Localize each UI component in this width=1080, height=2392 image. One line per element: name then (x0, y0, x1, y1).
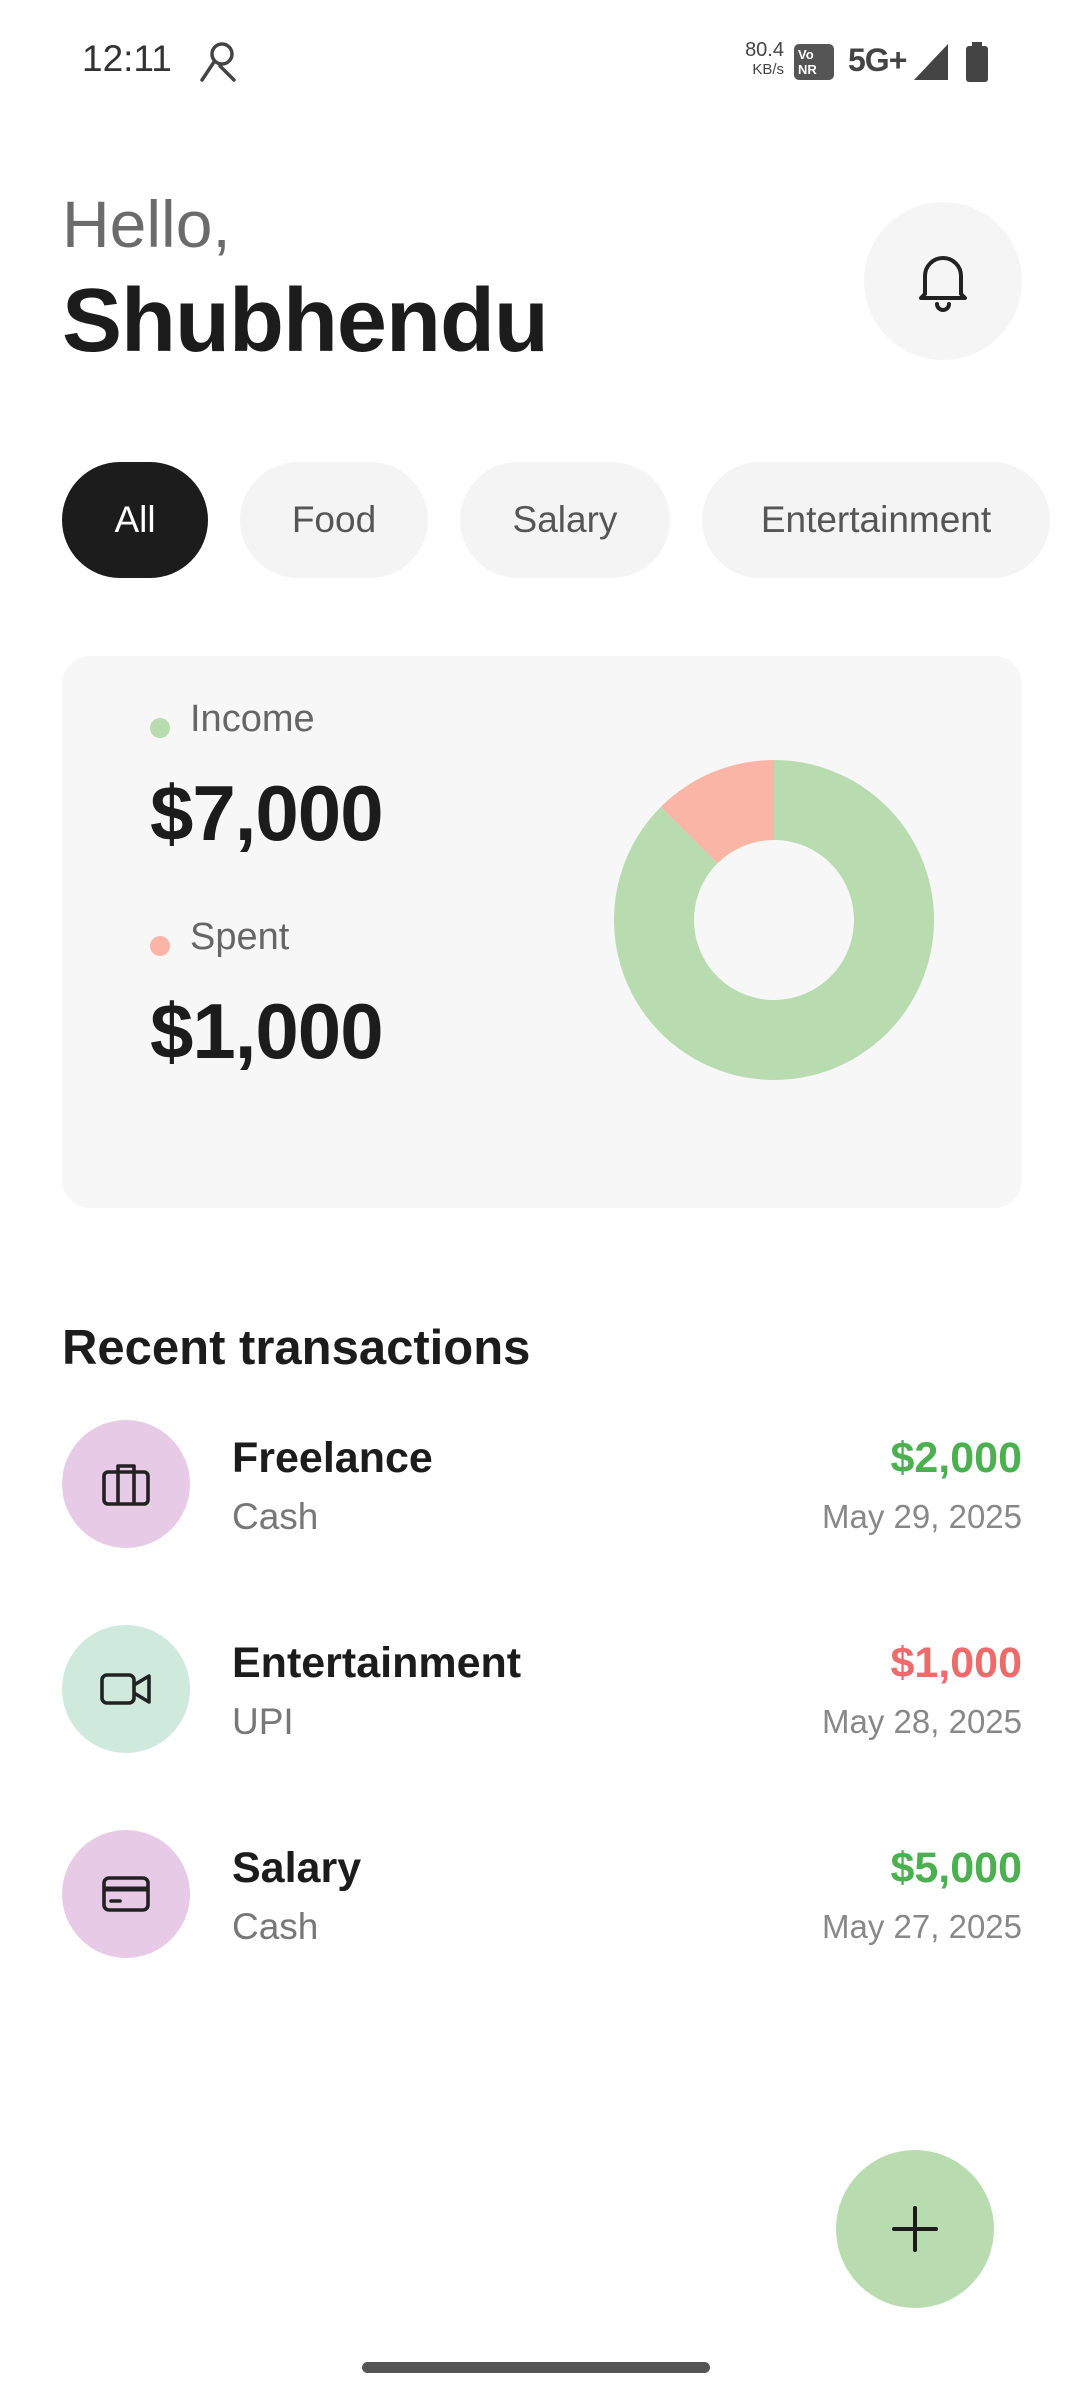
greeting: Hello, (62, 187, 231, 261)
bell-icon (919, 256, 967, 312)
status-time: 12:11 (82, 38, 172, 79)
income-amount: $7,000 (150, 769, 384, 857)
transaction-amount: $2,000 (890, 1434, 1022, 1482)
filter-chip-all[interactable]: All (62, 462, 208, 578)
network-speed: 80.4 KB/s (745, 39, 784, 78)
income-spent-donut-chart (614, 760, 934, 1080)
person-search-icon (200, 42, 236, 82)
filter-chip-salary[interactable]: Salary (460, 462, 670, 578)
spent-label: Spent (190, 916, 290, 958)
transaction-title: Salary (232, 1844, 362, 1892)
home-indicator[interactable] (362, 2362, 710, 2373)
spent-legend-dot (150, 936, 170, 956)
transaction-date: May 29, 2025 (822, 1498, 1022, 1535)
transaction-method: Cash (232, 1906, 319, 1947)
transaction-icon-circle (62, 1420, 190, 1548)
battery-icon (966, 42, 988, 82)
transaction-method: UPI (232, 1701, 294, 1742)
video-camera-icon (100, 1673, 151, 1705)
vonr-badge: Vo NR (794, 44, 834, 80)
network-type: 5G+ (848, 42, 907, 78)
transaction-row[interactable]: Entertainment UPI $1,000 May 28, 2025 (62, 1625, 1022, 1753)
transaction-amount: $5,000 (890, 1844, 1022, 1892)
summary-card: Income $7,000 Spent $1,000 (62, 656, 1022, 1208)
home-screen: 12:11 80.4 KB/s Vo NR 5G+ Hello, Shubhen… (0, 0, 1080, 2392)
credit-card-icon (102, 1876, 150, 1912)
status-bar: 12:11 80.4 KB/s Vo NR 5G+ (0, 0, 1080, 124)
signal-icon (914, 44, 948, 80)
transaction-amount: $1,000 (890, 1639, 1022, 1687)
filter-chip-entertainment[interactable]: Entertainment (702, 462, 1050, 578)
transaction-title: Freelance (232, 1434, 433, 1482)
briefcase-icon (102, 1464, 150, 1506)
transaction-icon-circle (62, 1625, 190, 1753)
transaction-row[interactable]: Salary Cash $5,000 May 27, 2025 (62, 1830, 1022, 1958)
notifications-button[interactable] (864, 202, 1022, 360)
transaction-date: May 28, 2025 (822, 1703, 1022, 1740)
user-name: Shubhendu (62, 271, 549, 371)
transaction-method: Cash (232, 1496, 319, 1537)
add-transaction-button[interactable] (836, 2150, 994, 2308)
filter-chip-food[interactable]: Food (240, 462, 428, 578)
transaction-row[interactable]: Freelance Cash $2,000 May 29, 2025 (62, 1420, 1022, 1548)
transaction-title: Entertainment (232, 1639, 522, 1687)
transaction-icon-circle (62, 1830, 190, 1958)
section-title: Recent transactions (62, 1321, 531, 1375)
income-label: Income (190, 698, 315, 740)
spent-amount: $1,000 (150, 987, 384, 1075)
transaction-date: May 27, 2025 (822, 1908, 1022, 1945)
plus-icon (892, 2206, 938, 2252)
income-legend-dot (150, 718, 170, 738)
